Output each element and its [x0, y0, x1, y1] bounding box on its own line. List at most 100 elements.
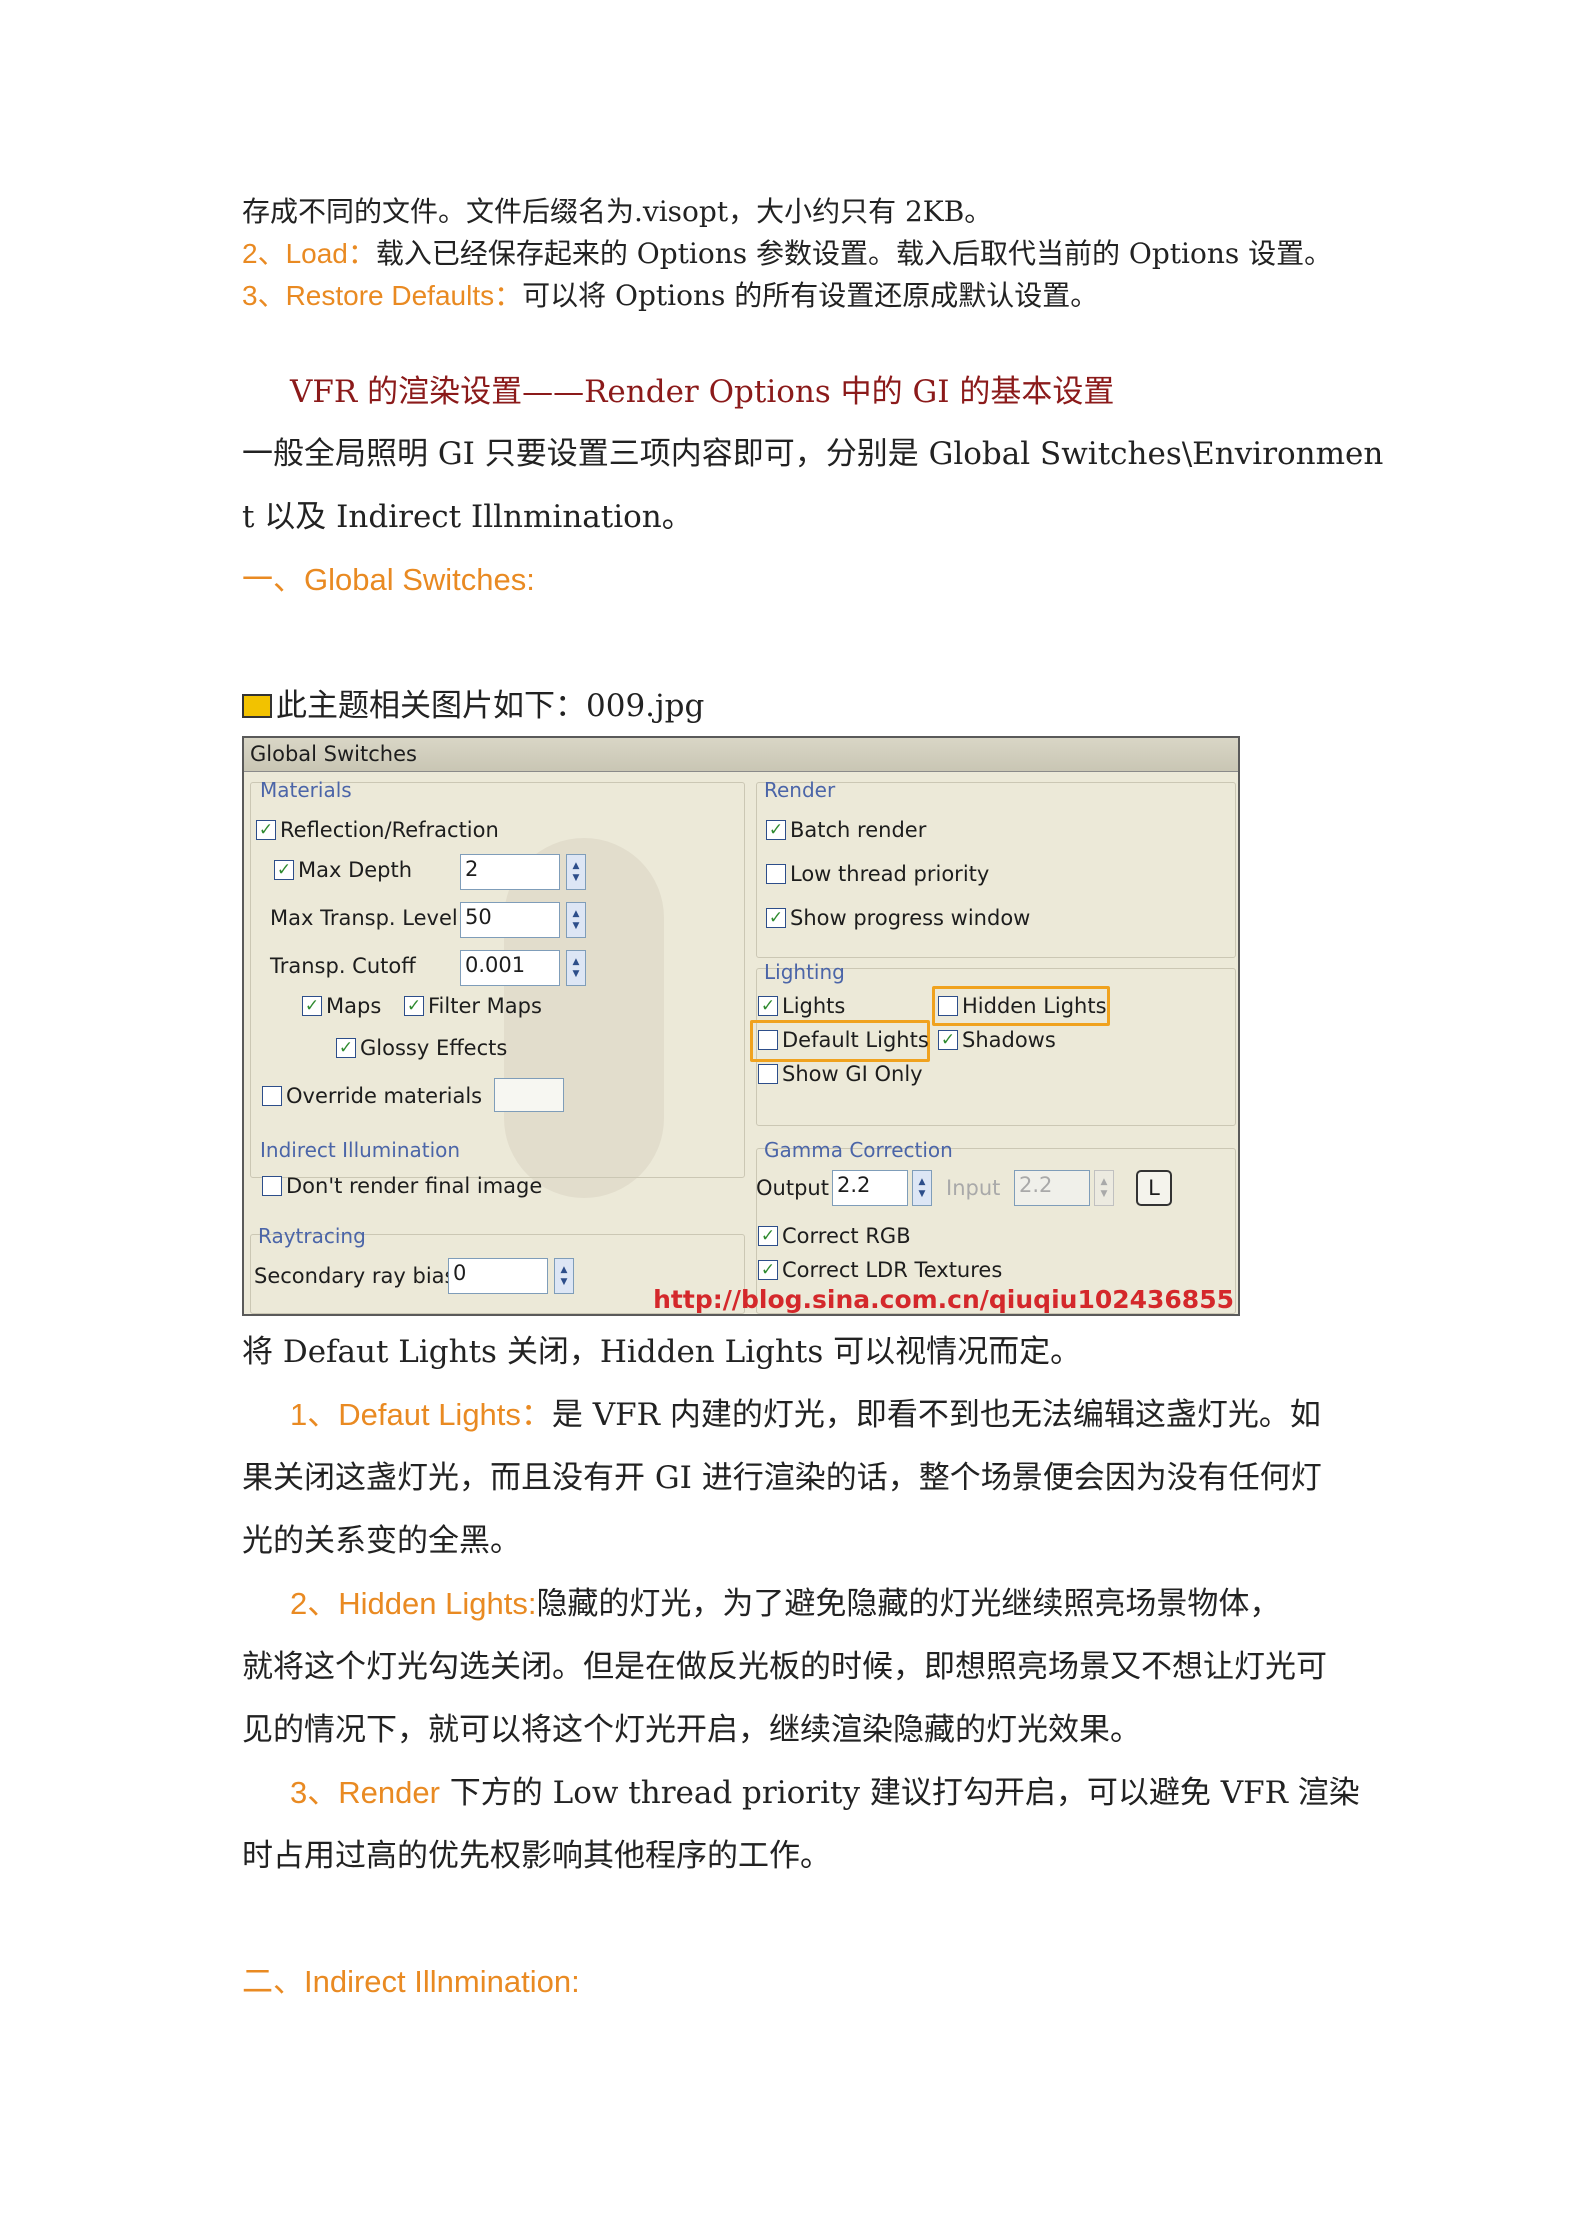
materials-title: Materials [260, 778, 352, 802]
item-1-line-3: 光的关系变的全黑。 [242, 1523, 521, 1559]
heading-indirect-illumination: 二、Indirect Illnmination: [242, 1964, 580, 1999]
item-2-line-2: 就将这个灯光勾选关闭。但是在做反光板的时候，即想照亮场景又不想让灯光可 [242, 1649, 1327, 1685]
item-3-line-1: 3、Render 下方的 Low thread priority 建议打勾开启，… [290, 1773, 1360, 1813]
transp-cutoff-input[interactable]: 0.001 [460, 950, 560, 986]
lighting-title: Lighting [764, 960, 845, 984]
gamma-input-spinner[interactable]: ▲ ▼ [1094, 1170, 1114, 1206]
max-transp-spinner[interactable]: ▲ ▼ [566, 902, 586, 938]
load-heading: 2、Load： [242, 238, 376, 269]
secondary-ray-spinner[interactable]: ▲ ▼ [554, 1258, 574, 1294]
checkbox-empty-icon [758, 1064, 778, 1084]
show-progress-checkbox[interactable]: ✓ Show progress window [766, 906, 1030, 930]
default-lights-label: Default Lights [782, 1028, 929, 1052]
item-1-text: 是 VFR 内建的灯光，即看不到也无法编辑这盏灯光。如 [551, 1397, 1321, 1433]
item-1-heading: 1、Defaut Lights： [290, 1397, 552, 1432]
after-image-text: 将 Defaut Lights 关闭，Hidden Lights 可以视情况而定… [242, 1334, 1082, 1370]
max-transp-input[interactable]: 50 [460, 902, 560, 938]
item-2-line-1: 2、Hidden Lights:隐藏的灯光，为了避免隐藏的灯光继续照亮场景物体， [290, 1584, 1280, 1624]
checkbox-check-icon: ✓ [336, 1038, 356, 1058]
checkbox-check-icon: ✓ [758, 1260, 778, 1280]
max-depth-spinner[interactable]: ▲ ▼ [566, 854, 586, 890]
show-gi-only-label: Show GI Only [782, 1062, 923, 1086]
max-depth-label: Max Depth [298, 858, 413, 882]
hidden-lights-label: Hidden Lights [962, 994, 1107, 1018]
transp-cutoff-label: Transp. Cutoff [270, 954, 416, 978]
section-title: VFR 的渲染设置——Render Options 中的 GI 的基本设置 [290, 374, 1115, 410]
item-3-heading: 3、Render [290, 1775, 440, 1810]
checkbox-check-icon: ✓ [302, 996, 322, 1016]
spin-down-icon: ▼ [918, 1189, 926, 1199]
reflection-label: Reflection/Refraction [280, 818, 499, 842]
maps-checkbox[interactable]: ✓ Maps [302, 994, 381, 1018]
spin-up-icon: ▲ [572, 909, 580, 919]
lights-label: Lights [782, 994, 846, 1018]
image-file-icon [242, 694, 272, 718]
panel-title: Global Switches [244, 738, 1238, 772]
checkbox-empty-icon [938, 996, 958, 1016]
gamma-input-label: Input [946, 1176, 1001, 1200]
filter-maps-label: Filter Maps [428, 994, 542, 1018]
batch-render-label: Batch render [790, 818, 927, 842]
checkbox-empty-icon [262, 1086, 282, 1106]
glossy-label: Glossy Effects [360, 1036, 508, 1060]
item-1-line-1: 1、Defaut Lights：是 VFR 内建的灯光，即看不到也无法编辑这盏灯… [290, 1395, 1321, 1435]
gamma-output-spinner[interactable]: ▲ ▼ [912, 1170, 932, 1206]
lights-checkbox[interactable]: ✓ Lights [758, 994, 845, 1018]
show-progress-label: Show progress window [790, 906, 1031, 930]
image-caption-text: 此主题相关图片如下：009.jpg [276, 688, 705, 724]
gamma-lock-button[interactable]: L [1136, 1170, 1172, 1206]
show-gi-only-checkbox[interactable]: Show GI Only [758, 1062, 923, 1086]
checkbox-empty-icon [758, 1030, 778, 1050]
max-transp-label: Max Transp. Level [270, 906, 458, 930]
render-title: Render [764, 778, 836, 802]
batch-render-checkbox[interactable]: ✓ Batch render [766, 818, 926, 842]
spin-down-icon: ▼ [572, 873, 580, 883]
correct-rgb-checkbox[interactable]: ✓ Correct RGB [758, 1224, 911, 1248]
spin-up-icon: ▲ [572, 957, 580, 967]
spin-down-icon: ▼ [572, 969, 580, 979]
spin-up-icon: ▲ [560, 1265, 568, 1275]
low-thread-label: Low thread priority [790, 862, 990, 886]
maps-label: Maps [326, 994, 382, 1018]
shadows-checkbox[interactable]: ✓ Shadows [938, 1028, 1056, 1052]
default-lights-checkbox[interactable]: Default Lights [758, 1028, 929, 1052]
gamma-input-input[interactable]: 2.2 [1014, 1170, 1090, 1206]
checkbox-empty-icon [766, 864, 786, 884]
watermark-url: http://blog.sina.com.cn/qiuqiu102436855 [653, 1285, 1234, 1314]
reflection-refraction-checkbox[interactable]: ✓ Reflection/Refraction [256, 818, 499, 842]
item-2-heading: 2、Hidden Lights: [290, 1586, 537, 1621]
intro-line-1: 一般全局照明 GI 只要设置三项内容即可，分别是 Global Switches… [242, 436, 1384, 472]
dont-render-checkbox[interactable]: Don't render final image [262, 1174, 542, 1198]
checkbox-check-icon: ✓ [758, 996, 778, 1016]
gamma-output-label: Output [756, 1176, 829, 1200]
paragraph-3: 3、Restore Defaults：可以将 Options 的所有设置还原成默… [242, 276, 1098, 316]
correct-ldr-checkbox[interactable]: ✓ Correct LDR Textures [758, 1258, 1002, 1282]
item-3-text: 下方的 Low thread priority 建议打勾开启，可以避免 VFR … [439, 1775, 1360, 1811]
hidden-lights-checkbox[interactable]: Hidden Lights [938, 994, 1107, 1018]
override-material-slot[interactable] [494, 1078, 564, 1112]
spin-up-icon: ▲ [1100, 1177, 1108, 1187]
spin-down-icon: ▼ [560, 1277, 568, 1287]
secondary-ray-input[interactable]: 0 [448, 1258, 548, 1294]
intro-line-2: t 以及 Indirect Illnmination。 [242, 499, 693, 535]
override-label: Override materials [286, 1084, 483, 1108]
raytracing-title: Raytracing [258, 1224, 366, 1248]
max-depth-input[interactable]: 2 [460, 854, 560, 890]
heading-global-switches: 一、Global Switches: [242, 562, 535, 597]
secondary-ray-label: Secondary ray bias [254, 1264, 456, 1288]
gamma-output-input[interactable]: 2.2 [832, 1170, 908, 1206]
checkbox-check-icon: ✓ [766, 908, 786, 928]
checkbox-check-icon: ✓ [766, 820, 786, 840]
filter-maps-checkbox[interactable]: ✓ Filter Maps [404, 994, 542, 1018]
override-materials-checkbox[interactable]: Override materials [262, 1084, 482, 1108]
checkbox-check-icon: ✓ [758, 1226, 778, 1246]
max-depth-checkbox[interactable]: ✓ Max Depth [274, 858, 412, 882]
glossy-effects-checkbox[interactable]: ✓ Glossy Effects [336, 1036, 507, 1060]
item-3-line-2: 时占用过高的优先权影响其他程序的工作。 [242, 1838, 831, 1874]
transp-cutoff-spinner[interactable]: ▲ ▼ [566, 950, 586, 986]
low-thread-priority-checkbox[interactable]: Low thread priority [766, 862, 989, 886]
spin-up-icon: ▲ [918, 1177, 926, 1187]
checkbox-empty-icon [262, 1176, 282, 1196]
image-caption: 此主题相关图片如下：009.jpg [242, 686, 704, 726]
item-2-text: 隐藏的灯光，为了避免隐藏的灯光继续照亮场景物体， [536, 1586, 1281, 1622]
